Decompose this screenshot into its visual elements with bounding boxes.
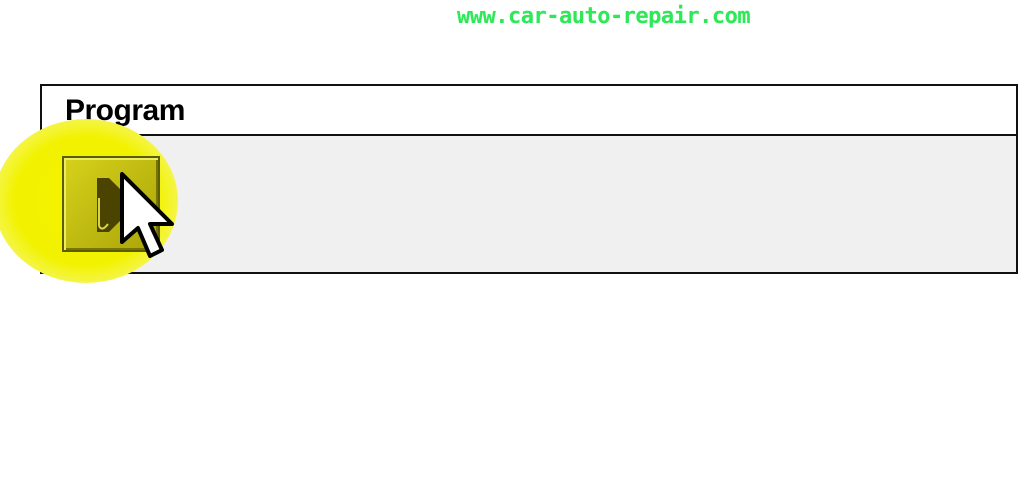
watermark-text: www.car-auto-repair.com <box>457 4 751 29</box>
panel-body <box>42 136 1016 272</box>
program-panel: Program <box>40 84 1018 274</box>
panel-header: Program <box>42 86 1016 136</box>
mouse-pointer-icon <box>120 172 174 258</box>
